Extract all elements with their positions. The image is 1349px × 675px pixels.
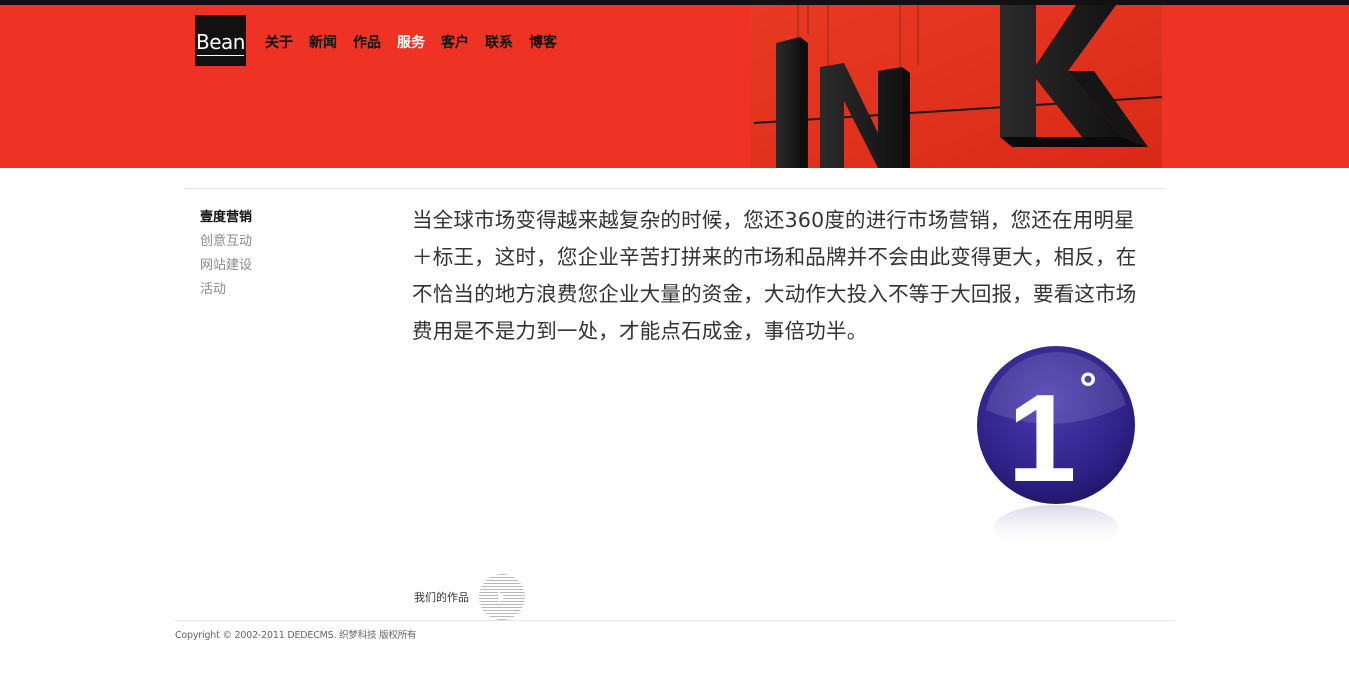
nav-item-blog[interactable]: 博客 — [529, 32, 557, 52]
one-degree-badge: 1 ° — [976, 345, 1136, 555]
side-nav-item-interactive[interactable]: 创意互动 — [200, 230, 252, 254]
nav-item-clients[interactable]: 客户 — [441, 32, 469, 52]
side-nav-item-events[interactable]: 活动 — [200, 278, 252, 302]
nav-item-about[interactable]: 关于 — [265, 32, 293, 52]
chevron-right-icon — [498, 591, 505, 603]
footer-divider — [175, 620, 1175, 621]
nav-item-news[interactable]: 新闻 — [309, 32, 337, 52]
logo-text: Bean — [196, 30, 245, 54]
side-nav-item-web-build[interactable]: 网站建设 — [200, 254, 252, 278]
content-divider — [185, 188, 1165, 189]
logo-underline — [197, 55, 244, 56]
nav-item-services[interactable]: 服务 — [397, 32, 425, 52]
logo[interactable]: Bean — [195, 15, 246, 66]
nav-item-contact[interactable]: 联系 — [485, 32, 513, 52]
copyright-text: Copyright © 2002-2011 DEDECMS. 织梦科技 版权所有 — [175, 630, 417, 641]
badge-degree-symbol: ° — [1079, 364, 1097, 413]
side-nav-item-marketing[interactable]: 壹度营销 — [200, 206, 252, 230]
badge-digit: 1 — [1008, 370, 1077, 508]
ink-banner-image — [750, 5, 1162, 168]
main-nav: 关于 新闻 作品 服务 客户 联系 博客 — [265, 32, 557, 52]
side-nav: 壹度营销 创意互动 网站建设 活动 — [200, 206, 252, 302]
ink-banner-graphic — [750, 5, 1162, 168]
works-link: 我们的作品 — [414, 574, 525, 620]
one-degree-graphic: 1 ° — [977, 346, 1135, 549]
works-arrow-button[interactable] — [479, 574, 525, 620]
nav-item-works[interactable]: 作品 — [353, 32, 381, 52]
intro-paragraph: 当全球市场变得越来越复杂的时候，您还360度的进行市场营销，您还在用明星＋标王，… — [412, 208, 1137, 343]
works-label: 我们的作品 — [414, 591, 469, 604]
header: Bean 关于 新闻 作品 服务 客户 联系 博客 — [0, 5, 1349, 168]
